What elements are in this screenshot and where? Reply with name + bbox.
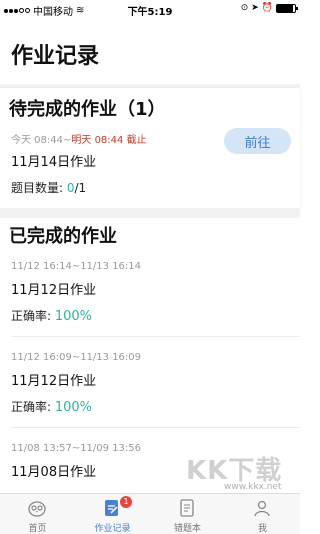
page-title: 作业记录	[11, 44, 100, 69]
item-time-range: 11/12 16:09~11/13 16:09	[11, 352, 142, 363]
item-time-range: 11/08 13:57~11/09 13:56	[11, 443, 142, 454]
battery-fill	[277, 4, 294, 12]
owl-icon	[28, 501, 46, 517]
notebook-icon	[180, 499, 194, 517]
location-icon: ➤	[251, 3, 259, 13]
tab-label: 作业记录	[94, 524, 131, 534]
pending-item-title: 11月14日作业	[11, 155, 97, 170]
status-bar: 中国移动 ≋ 下午5:19 ⊙ ➤ ⏰	[0, 0, 300, 18]
accuracy-label: 正确率:	[11, 309, 55, 323]
completed-section-title: 已完成的作业	[9, 226, 117, 247]
pending-start: 今天 08:44~	[11, 135, 72, 146]
go-button[interactable]: 前往	[224, 128, 291, 154]
item-accuracy: 正确率: 100%	[11, 307, 92, 324]
item-accuracy: 正确率: 100%	[11, 398, 92, 415]
pending-deadline: 明天 08:44 截止	[71, 135, 147, 146]
tab-error-notebook[interactable]: 错题本	[150, 494, 225, 534]
tab-home[interactable]: 首页	[0, 494, 75, 534]
item-title: 11月12日作业	[11, 374, 97, 389]
status-right: ⊙ ➤ ⏰	[240, 3, 298, 13]
item-title: 11月08日作业	[11, 465, 97, 480]
item-time-range: 11/12 16:14~11/13 16:14	[11, 261, 142, 272]
tab-bar: 首页 1 作业记录 错题本 我	[0, 493, 300, 534]
orientation-lock-icon: ⊙	[240, 3, 249, 13]
tab-label: 首页	[28, 524, 47, 534]
count-total: /1	[74, 181, 87, 195]
divider	[11, 427, 300, 428]
accuracy-label: 正确率:	[11, 400, 55, 414]
homework-icon	[105, 500, 118, 516]
tab-label: 我	[257, 524, 267, 534]
item-title: 11月12日作业	[11, 283, 97, 298]
tab-label: 错题本	[173, 524, 201, 534]
pending-section-title: 待完成的作业（1）	[9, 99, 166, 120]
accuracy-value: 100%	[54, 309, 93, 324]
tab-homework-records[interactable]: 1 作业记录	[75, 494, 150, 534]
profile-icon	[254, 500, 270, 517]
pending-question-count: 题目数量: 0/1	[11, 179, 86, 196]
accuracy-value: 100%	[54, 400, 93, 415]
tab-profile[interactable]: 我	[225, 494, 300, 534]
count-label: 题目数量:	[11, 181, 67, 195]
section-gap	[0, 208, 300, 218]
alarm-icon: ⏰	[261, 3, 273, 13]
count-done: 0	[66, 181, 75, 195]
notification-badge: 1	[120, 496, 132, 508]
pending-time-range: 今天 08:44~明天 08:44 截止	[11, 131, 147, 146]
divider	[11, 336, 300, 337]
watermark-url: www.kkx.net	[224, 482, 282, 492]
battery-icon	[276, 3, 298, 13]
